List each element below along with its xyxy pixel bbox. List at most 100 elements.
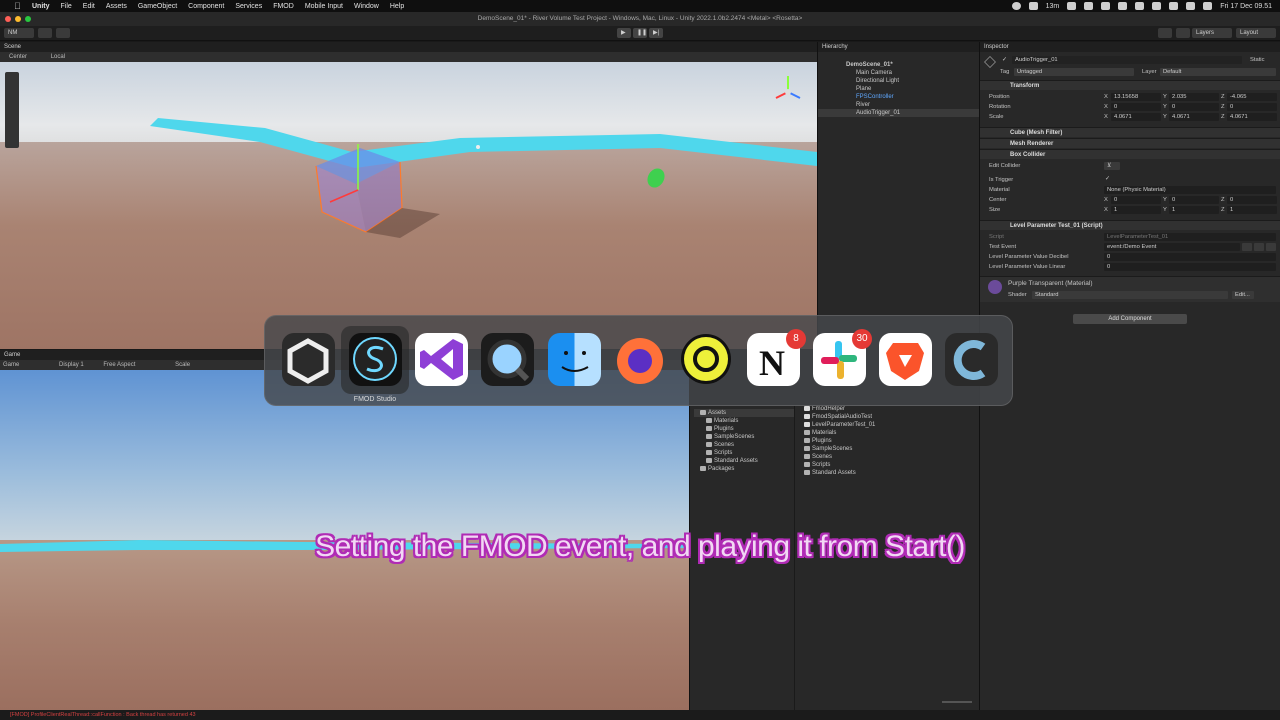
menu-help[interactable]: Help [390,3,404,10]
wifi-icon[interactable] [1169,2,1179,10]
mesh-renderer-header[interactable]: Mesh Renderer [980,138,1280,148]
center-x-field[interactable]: 0 [1111,196,1161,204]
file-scenes[interactable]: Scenes [804,454,832,460]
file-standard-assets[interactable]: Standard Assets [804,470,856,476]
decibel-field[interactable]: 0 [1104,253,1276,261]
file-samplescenes[interactable]: SampleScenes [804,446,852,452]
visual-studio-icon[interactable] [415,333,468,386]
icon-size-slider[interactable] [942,701,972,703]
object-name-field[interactable]: AudioTrigger_01 [1012,56,1242,64]
play-button[interactable]: ▶ [617,28,631,38]
file-levelparametertest[interactable]: LevelParameterTest_01 [804,422,875,428]
material-title[interactable]: Purple Transparent (Material) [1008,280,1093,287]
active-checkbox[interactable]: ✓ [1002,57,1007,63]
add-component-button[interactable]: Add Component [1073,314,1187,324]
menu-fmod[interactable]: FMOD [273,3,294,10]
tree-scripts[interactable]: Scripts [706,450,732,456]
finder-icon[interactable] [548,333,601,386]
hierarchy-item-audiotrigger[interactable]: AudioTrigger_01 [856,110,900,116]
layers-dropdown[interactable]: Layers [1192,28,1232,38]
menu-assets[interactable]: Assets [106,3,127,10]
fmod-studio-icon[interactable] [349,333,402,386]
pause-button[interactable]: ❚❚ [633,28,647,38]
menu-mobile-input[interactable]: Mobile Input [305,3,343,10]
scene-tool-palette[interactable] [5,72,19,148]
cloud-icon[interactable] [38,28,52,38]
bluetooth-icon[interactable] [1118,2,1128,10]
script-component-header[interactable]: Level Parameter Test_01 (Script) [980,220,1280,230]
collab-icon[interactable] [56,28,70,38]
file-fmodspatialaudiotest[interactable]: FmodSpatialAudioTest [804,414,872,420]
firefox-icon[interactable] [614,333,667,386]
battery-icon[interactable] [1152,2,1162,10]
position-x-field[interactable]: 13.15658 [1111,93,1161,101]
keyboard-icon[interactable] [1135,2,1145,10]
tree-samplescenes[interactable]: SampleScenes [706,434,754,440]
shader-dropdown[interactable]: Standard [1032,291,1228,299]
search-icon[interactable] [1176,28,1190,38]
rotation-y-field[interactable]: 0 [1169,103,1219,111]
static-toggle[interactable]: Static [1250,57,1265,63]
step-button[interactable]: ▶| [649,28,663,38]
tree-packages[interactable]: Packages [700,466,734,472]
screen-record-icon[interactable] [1028,2,1038,10]
scale-x-field[interactable]: 4.0671 [1111,113,1161,121]
history-icon[interactable] [1158,28,1172,38]
unity-icon[interactable] [282,333,335,386]
rotation-z-field[interactable]: 0 [1227,103,1277,111]
rotation-x-field[interactable]: 0 [1111,103,1161,111]
menu-file[interactable]: File [61,3,72,10]
tree-materials[interactable]: Materials [706,418,738,424]
circle-app-icon[interactable] [680,333,733,386]
dropbox-icon[interactable] [1084,2,1094,10]
console-status-bar[interactable]: [FMOD] ProfileClientRealThread::callFunc… [0,710,1280,720]
event-open-button[interactable] [1254,243,1264,251]
menu-edit[interactable]: Edit [83,3,95,10]
obs-icon[interactable] [1011,2,1021,10]
tree-assets[interactable]: Assets [700,410,726,416]
menu-app-unity[interactable]: Unity [32,3,50,10]
scale-z-field[interactable]: 4.0671 [1227,113,1277,121]
hierarchy-item-plane[interactable]: Plane [856,86,871,92]
menu-window[interactable]: Window [354,3,379,10]
test-event-field[interactable]: event:/Demo Event [1104,243,1240,251]
scene-root[interactable]: DemoScene_01* [846,62,893,68]
shader-edit-button[interactable]: Edit... [1232,291,1254,299]
file-plugins[interactable]: Plugins [804,438,832,444]
linear-field[interactable]: 0 [1104,263,1276,271]
event-search-button[interactable] [1242,243,1252,251]
size-y-field[interactable]: 1 [1169,206,1219,214]
apple-icon[interactable]:  [14,1,24,11]
tab-hierarchy[interactable]: Hierarchy [818,42,979,52]
hierarchy-item-directional-light[interactable]: Directional Light [856,78,899,84]
size-x-field[interactable]: 1 [1111,206,1161,214]
hierarchy-item-fps-controller[interactable]: FPSController [856,94,894,100]
quicktime-icon[interactable] [481,333,534,386]
menu-services[interactable]: Services [235,3,262,10]
tag-dropdown[interactable]: Untagged [1014,68,1134,76]
center-y-field[interactable]: 0 [1169,196,1219,204]
is-trigger-checkbox[interactable]: ✓ [1105,176,1110,182]
menu-component[interactable]: Component [188,3,224,10]
account-dropdown[interactable]: NM [4,28,34,38]
size-z-field[interactable]: 1 [1227,206,1277,214]
edit-collider-button[interactable]: ⊻ [1104,162,1120,170]
tree-scenes[interactable]: Scenes [706,442,734,448]
menu-gameobject[interactable]: GameObject [138,3,177,10]
slack-icon[interactable]: 30 [813,329,872,386]
brave-icon[interactable] [879,333,932,386]
search-icon[interactable] [1186,2,1196,10]
layer-dropdown[interactable]: Default [1160,68,1276,76]
tree-standard-assets[interactable]: Standard Assets [706,458,758,464]
notion-icon[interactable]: N 8 [747,329,806,386]
file-fmodhelper[interactable]: FmodHelper [804,406,845,412]
hierarchy-item-river[interactable]: River [856,102,870,108]
creative-cloud-icon[interactable] [1101,2,1111,10]
clion-icon[interactable] [945,333,998,386]
tree-plugins[interactable]: Plugins [706,426,734,432]
file-materials[interactable]: Materials [804,430,836,436]
transform-header[interactable]: Transform [980,80,1280,90]
mesh-filter-header[interactable]: Cube (Mesh Filter) [980,127,1280,137]
tab-inspector[interactable]: Inspector [980,42,1280,52]
physic-material-field[interactable]: None (Physic Material) [1104,186,1276,194]
